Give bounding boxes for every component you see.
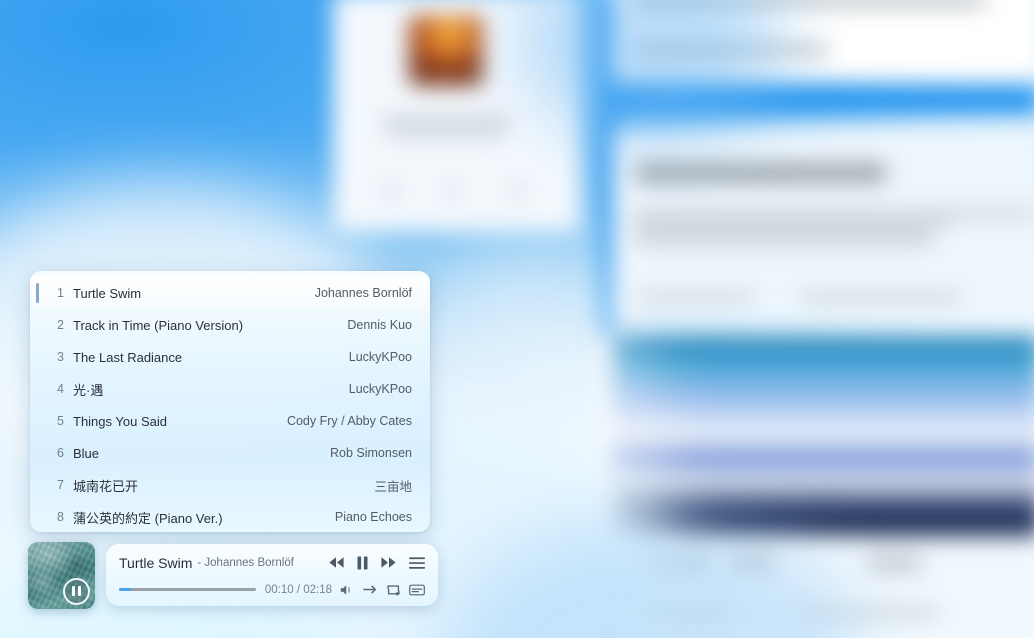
track-artist: Johannes Bornlöf bbox=[314, 286, 412, 300]
player-controls-card: Turtle Swim - Johannes Bornlöf 00:10 / 0… bbox=[106, 544, 438, 606]
track-artist: Rob Simonsen bbox=[330, 446, 412, 460]
track-row[interactable]: 8 蒲公英的約定 (Piano Ver.) Piano Echoes bbox=[30, 501, 430, 532]
track-title: 城南花已开 bbox=[73, 478, 139, 494]
background-text-line bbox=[388, 133, 504, 140]
previous-button[interactable] bbox=[328, 556, 345, 569]
background-icon-row bbox=[386, 182, 396, 200]
track-artist: LuckyKPoo bbox=[348, 350, 412, 364]
progress-bar[interactable] bbox=[119, 588, 256, 591]
background-text-line bbox=[955, 208, 1034, 219]
track-title: Blue bbox=[73, 445, 100, 461]
track-row[interactable]: 3 The Last Radiance LuckyKPoo bbox=[30, 341, 430, 373]
pause-bar bbox=[78, 586, 81, 596]
background-text-line bbox=[382, 118, 510, 127]
track-title: 蒲公英的約定 (Piano Ver.) bbox=[73, 510, 223, 526]
screen: 1 Turtle Swim Johannes Bornlöf 2 Track in Ti… bbox=[0, 0, 1034, 638]
secondary-controls bbox=[340, 584, 425, 596]
background-icon-row bbox=[447, 182, 457, 200]
track-number: 4 bbox=[57, 382, 64, 396]
track-list: 1 Turtle Swim Johannes Bornlöf 2 Track in Ti… bbox=[30, 277, 430, 532]
track-number: 8 bbox=[57, 510, 64, 524]
track-title: Turtle Swim bbox=[73, 285, 142, 301]
track-number: 7 bbox=[57, 478, 64, 492]
time-display: 00:10 / 02:18 bbox=[264, 583, 332, 596]
background-thumbnail bbox=[409, 16, 483, 86]
background-text-line bbox=[800, 292, 960, 303]
repeat-button[interactable] bbox=[387, 584, 400, 596]
track-row[interactable]: 5 Things You Said Cody Fry / Abby Cates bbox=[30, 405, 430, 437]
transport-controls bbox=[328, 556, 425, 570]
pause-bar bbox=[72, 586, 75, 596]
next-button[interactable] bbox=[380, 556, 397, 569]
track-artist: Piano Echoes bbox=[334, 510, 412, 524]
now-playing-row: Turtle Swim - Johannes Bornlöf bbox=[119, 550, 425, 576]
track-number: 2 bbox=[57, 318, 64, 332]
background-text-line bbox=[634, 232, 934, 243]
progress-row: 00:10 / 02:18 bbox=[119, 579, 425, 601]
background-text-line bbox=[868, 556, 922, 570]
track-artist: Cody Fry / Abby Cates bbox=[286, 414, 412, 428]
volume-button[interactable] bbox=[340, 584, 354, 596]
background-photo bbox=[612, 336, 1034, 536]
background-text-line bbox=[634, 212, 954, 223]
now-playing-artist: - Johannes Bornlöf bbox=[197, 556, 294, 569]
play-order-button[interactable] bbox=[363, 584, 378, 595]
pause-button[interactable] bbox=[357, 556, 368, 570]
playlist-button[interactable] bbox=[409, 556, 425, 569]
album-art-pause-icon[interactable] bbox=[63, 577, 90, 605]
track-row[interactable]: 6 Blue Rob Simonsen bbox=[30, 437, 430, 469]
progress-fill bbox=[119, 588, 132, 591]
track-title: 光·遇 bbox=[73, 382, 104, 398]
track-artist: Dennis Kuo bbox=[347, 318, 412, 332]
background-icon-row bbox=[512, 182, 522, 200]
track-artist: 三亩地 bbox=[374, 479, 412, 494]
track-row[interactable]: 1 Turtle Swim Johannes Bornlöf bbox=[30, 277, 430, 309]
background-text-line bbox=[634, 292, 754, 303]
background-heading-line bbox=[636, 163, 886, 183]
track-number: 6 bbox=[57, 446, 64, 460]
lyrics-button[interactable] bbox=[409, 584, 425, 596]
track-number: 3 bbox=[57, 350, 64, 364]
track-title: Track in Time (Piano Version) bbox=[73, 317, 244, 333]
track-artist: LuckyKPoo bbox=[348, 382, 412, 396]
player-bar: Turtle Swim - Johannes Bornlöf 00:10 / 0… bbox=[28, 541, 438, 609]
track-number: 5 bbox=[57, 414, 64, 428]
now-playing-indicator bbox=[36, 283, 39, 303]
track-row[interactable]: 7 城南花已开 三亩地 bbox=[30, 469, 430, 501]
now-playing-title: Turtle Swim bbox=[119, 554, 193, 571]
album-art[interactable] bbox=[28, 541, 95, 609]
playlist-panel[interactable]: 1 Turtle Swim Johannes Bornlöf 2 Track in Ti… bbox=[30, 271, 430, 532]
track-title: Things You Said bbox=[73, 413, 167, 429]
track-row[interactable]: 4 光·遇 LuckyKPoo bbox=[30, 373, 430, 405]
track-row[interactable]: 2 Track in Time (Piano Version) Dennis Kuo bbox=[30, 309, 430, 341]
track-title: The Last Radiance bbox=[73, 349, 183, 365]
